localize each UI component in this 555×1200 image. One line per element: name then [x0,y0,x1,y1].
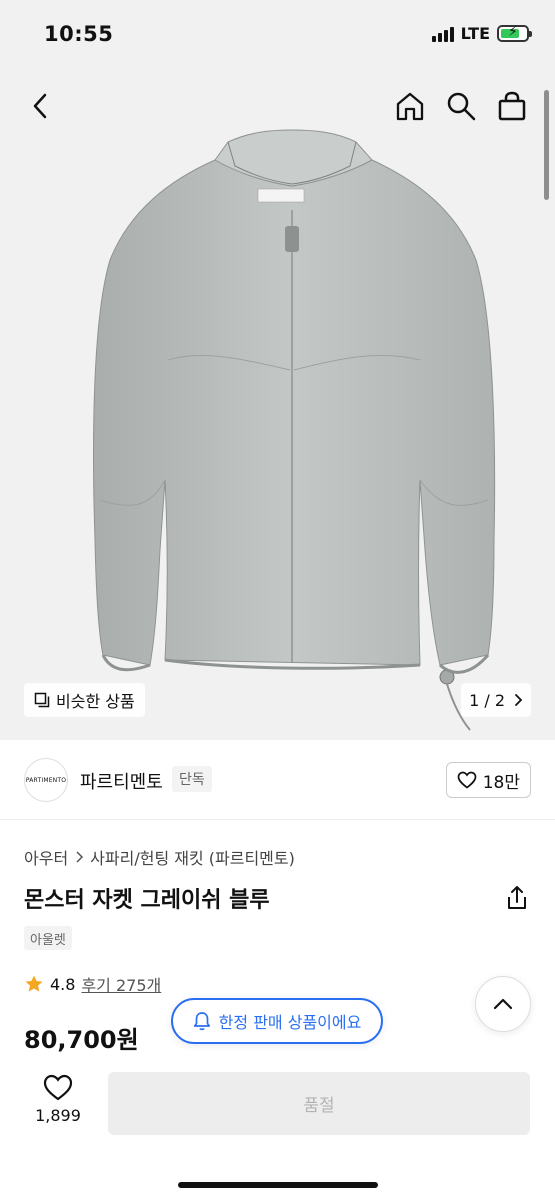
similar-products-label: 비슷한 상품 [56,692,135,711]
outlet-tag: 아울렛 [24,926,72,950]
product-title: 몬스터 자켓 그레이쉬 블루 [24,888,270,913]
heart-icon [43,1074,73,1101]
heart-icon [457,771,477,789]
limited-sale-notice[interactable]: 한정 판매 상품이에요 [171,998,383,1044]
brand-like-count: 18만 [482,772,520,793]
scroll-indicator[interactable] [544,90,549,200]
brand-like-button[interactable]: 18만 [445,762,531,798]
review-link[interactable]: 후기 275개 [81,972,161,996]
home-indicator [178,1182,378,1188]
home-button[interactable] [390,86,430,126]
page-indicator: 1 / 2 [469,690,505,710]
status-time: 10:55 [44,22,114,46]
brand-logo-text: PARTIMENTO [25,776,67,784]
soldout-button[interactable]: 품절 [108,1072,530,1135]
product-image-gallery[interactable] [0,70,555,740]
rating-value: 4.8 [50,974,76,994]
share-icon [508,886,526,909]
rating-row: 4.8 후기 275개 [24,972,161,996]
chevron-right-icon [515,694,523,706]
top-navigation [0,70,555,140]
bell-icon [193,1012,210,1031]
brand-logo[interactable]: PARTIMENTO [24,758,68,802]
exclusive-badge: 단독 [172,766,212,792]
network-label: LTE [460,24,490,43]
breadcrumb-subcategory[interactable]: 사파리/헌팅 재킷 (파르티멘토) [90,845,295,869]
back-arrow-icon [33,93,47,119]
status-bar: 10:55 LTE ⚡ [0,0,555,70]
wishlist-button[interactable]: 1,899 [30,1074,86,1125]
bottom-action-bar: 1,899 품절 [0,1060,555,1200]
similar-icon [34,692,50,708]
search-icon [447,92,476,121]
status-indicators: LTE ⚡ [431,24,532,43]
scroll-to-top-button[interactable] [475,976,531,1032]
wishlist-count: 1,899 [35,1106,81,1125]
home-icon [396,92,424,121]
breadcrumb: 아우터 사파리/헌팅 재킷 (파르티멘토) [24,845,295,869]
chevron-right-icon [76,851,84,863]
signal-icon [431,26,454,42]
battery-icon: ⚡ [497,25,532,42]
star-icon [25,975,43,992]
brand-row: PARTIMENTO 파르티멘토 단독 18만 [0,740,555,820]
brand-name[interactable]: 파르티멘토 [80,768,163,794]
similar-products-button[interactable]: 비슷한 상품 [24,683,145,717]
image-pager[interactable]: 1 / 2 [461,683,531,717]
share-button[interactable] [503,884,531,912]
product-price: 80,700원 [24,1026,139,1054]
cart-button[interactable] [492,86,532,126]
bag-icon [498,91,526,121]
breadcrumb-category[interactable]: 아우터 [24,845,68,869]
product-image [93,129,496,731]
search-button[interactable] [441,86,481,126]
back-button[interactable] [20,86,60,126]
limited-sale-label: 한정 판매 상품이에요 [218,1013,362,1032]
chevron-up-icon [493,998,513,1010]
